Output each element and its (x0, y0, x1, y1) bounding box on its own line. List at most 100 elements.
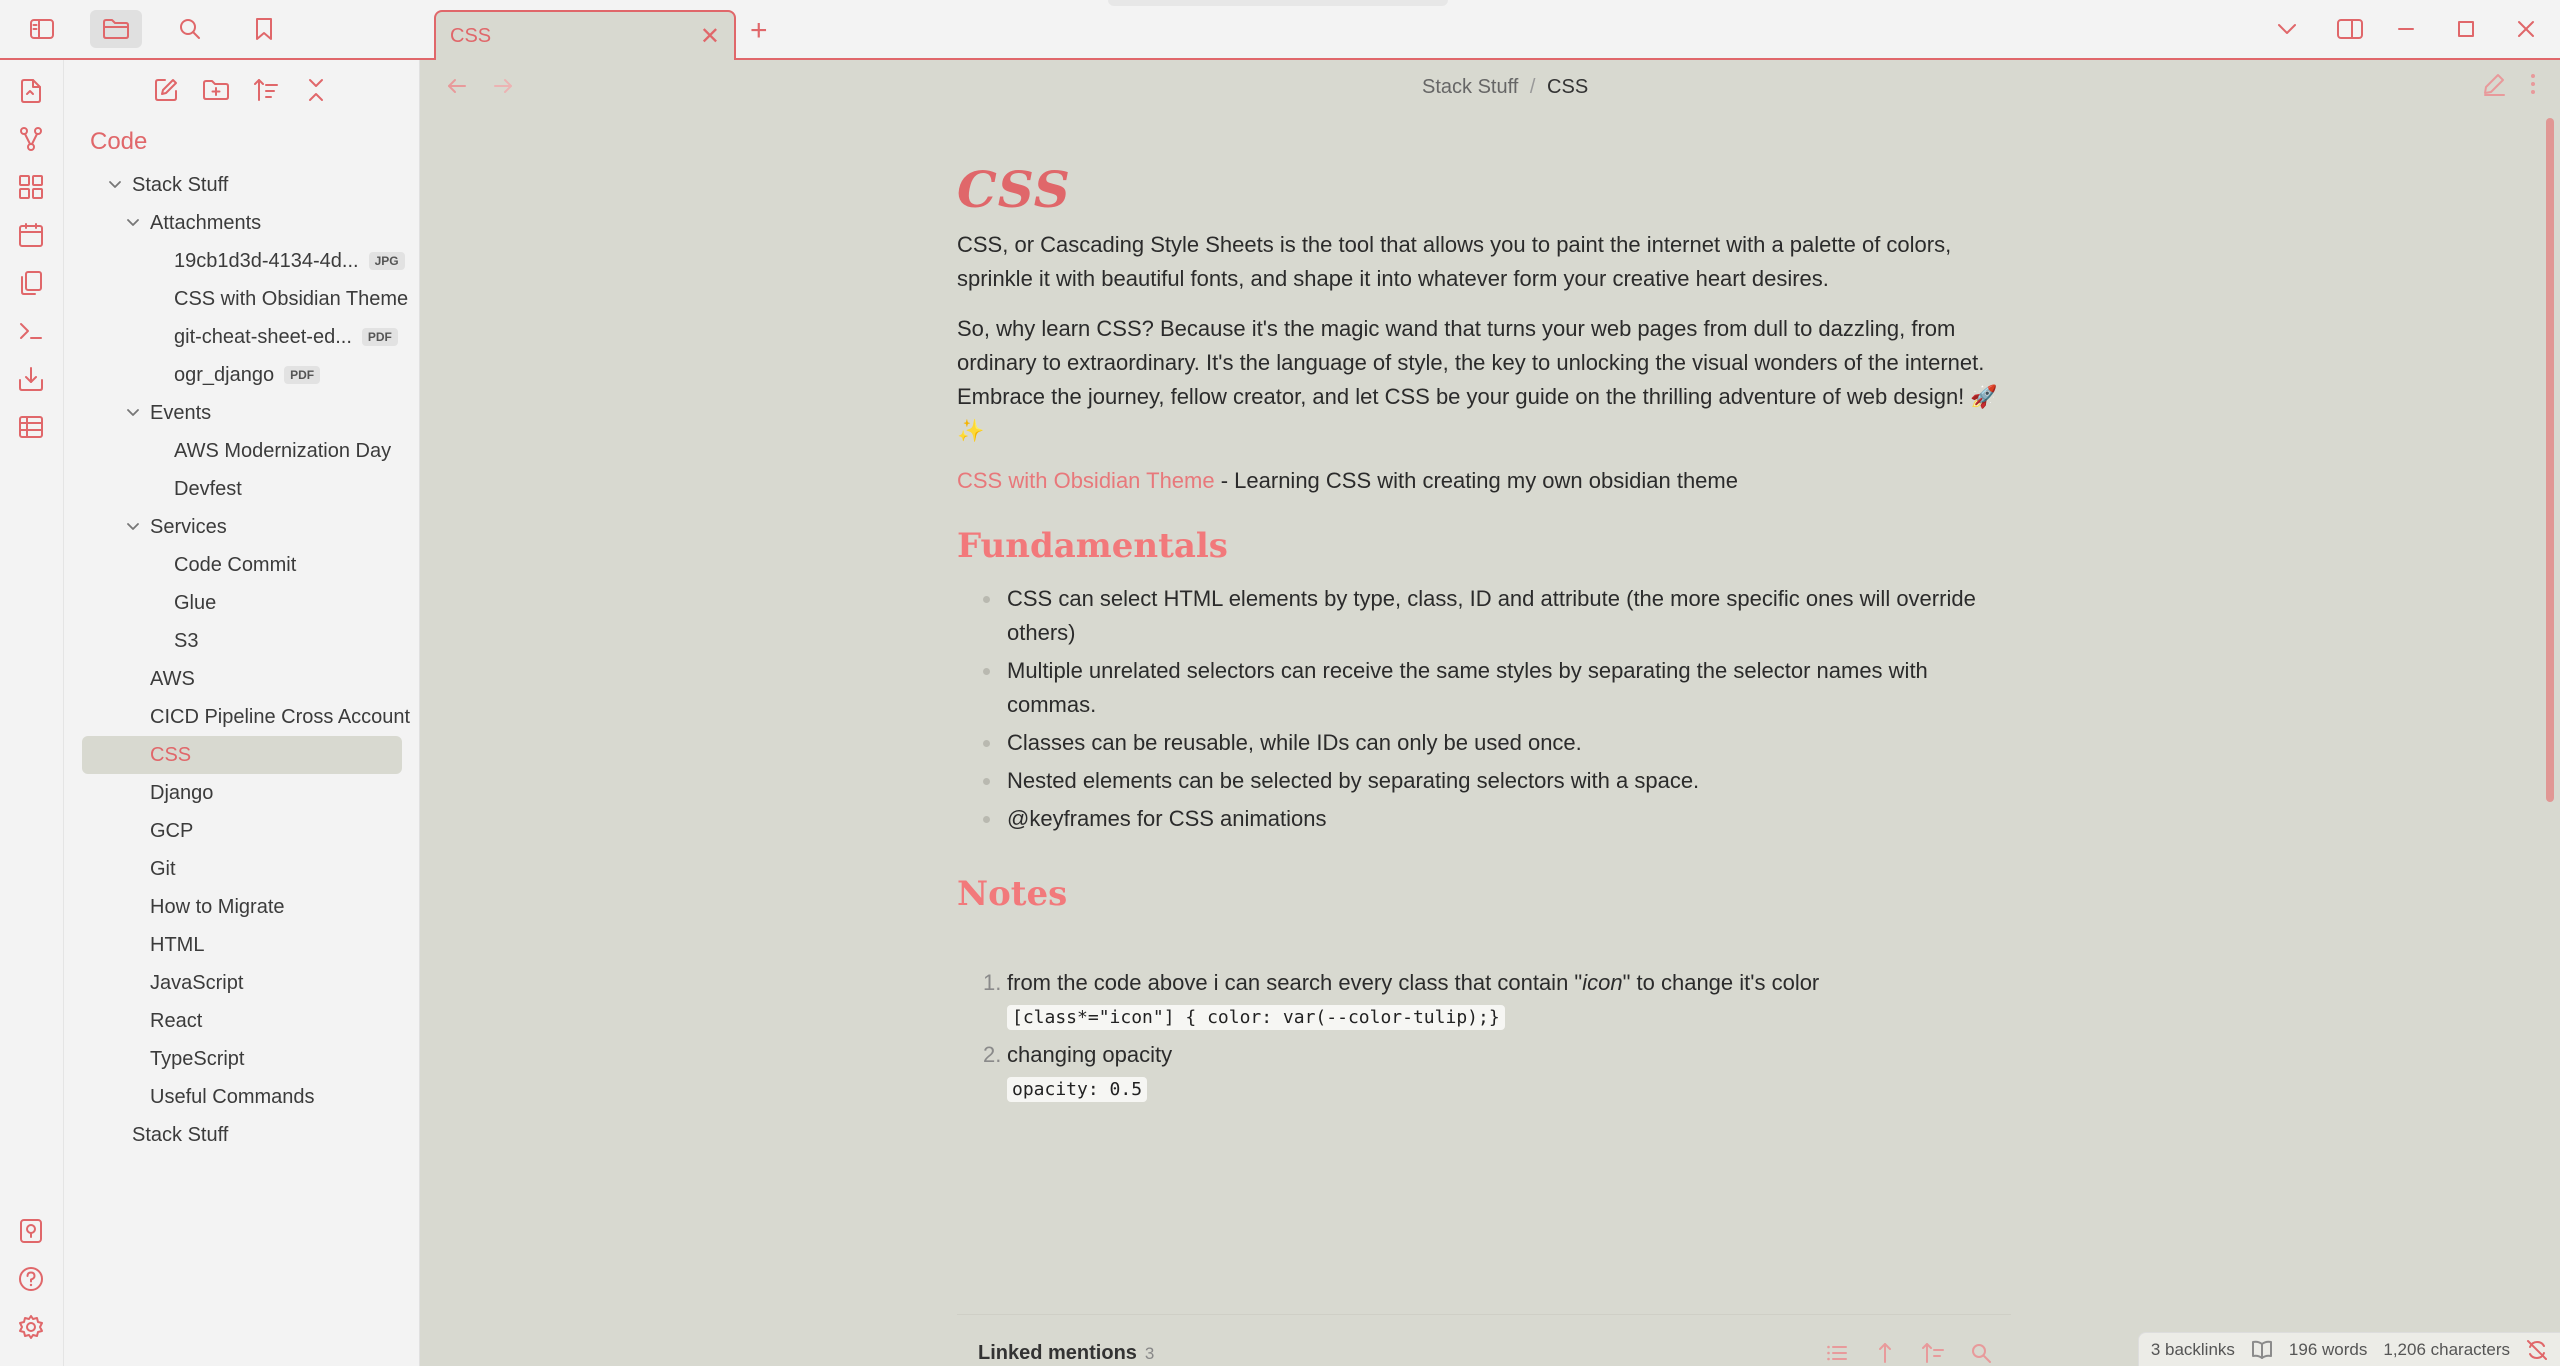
breadcrumb: Stack Stuff / CSS (1422, 76, 1588, 99)
collapse-all-icon[interactable] (302, 76, 330, 104)
search-icon[interactable] (1970, 1342, 1992, 1364)
folder-item[interactable]: Services (82, 508, 402, 546)
chevron-down-icon[interactable] (126, 520, 140, 534)
templates-copy-icon[interactable] (16, 268, 46, 298)
backlinks-count[interactable]: 3 backlinks (2151, 1340, 2235, 1360)
command-palette-terminal-icon[interactable] (16, 316, 46, 346)
file-item[interactable]: 19cb1d3d-4134-4d... JPG (82, 242, 405, 280)
close-tab-icon[interactable]: ✕ (700, 22, 720, 51)
settings-gear-icon[interactable] (16, 1312, 46, 1342)
list-item: Classes can be reusable, while IDs can o… (983, 726, 2011, 760)
import-download-icon[interactable] (16, 364, 46, 394)
file-item[interactable]: AWS Modernization Day (82, 432, 402, 470)
linked-mentions-header[interactable]: Linked mentions 3 (978, 1342, 1154, 1365)
file-item[interactable]: How to Migrate (82, 888, 402, 926)
more-options-icon[interactable] (2528, 72, 2538, 96)
tree-item-label: Stack Stuff (132, 1123, 229, 1146)
breadcrumb-separator: / (1529, 76, 1536, 98)
folder-item[interactable]: Events (82, 394, 402, 432)
sync-disabled-icon[interactable] (2526, 1339, 2548, 1361)
file-item[interactable]: CICD Pipeline Cross Account (82, 698, 410, 736)
toggle-right-sidebar-icon[interactable] (2336, 17, 2363, 41)
graph-view-icon[interactable] (16, 124, 46, 154)
file-item[interactable]: Devfest (82, 470, 402, 508)
expand-arrows-icon[interactable] (1874, 1342, 1896, 1364)
file-tree: Stack Stuff Attachments 19cb1d3d-4134-4d..… (82, 166, 410, 1154)
table-icon[interactable] (16, 412, 46, 442)
file-item[interactable]: TypeScript (82, 1040, 402, 1078)
file-item[interactable]: Stack Stuff (82, 1116, 402, 1154)
daily-note-calendar-icon[interactable] (16, 220, 46, 250)
tab-list-chevron-down-icon[interactable] (2276, 22, 2302, 36)
sort-order-icon[interactable] (252, 76, 280, 104)
file-item[interactable]: Django (82, 774, 402, 812)
new-tab-icon[interactable]: + (750, 14, 768, 48)
inline-code: [class*="icon"] { color: var(--color-tul… (1007, 1005, 1505, 1030)
new-folder-icon[interactable] (202, 76, 230, 104)
fundamentals-heading: Fundamentals (957, 526, 1228, 566)
list-icon[interactable] (1826, 1342, 1848, 1364)
vault-name[interactable]: Code (90, 128, 147, 156)
back-arrow-icon[interactable] (446, 76, 468, 96)
folder-item[interactable]: Stack Stuff (82, 166, 402, 204)
minimize-icon[interactable] (2396, 27, 2422, 31)
forward-arrow-icon[interactable] (492, 76, 514, 96)
file-item[interactable]: React (82, 1002, 402, 1040)
maximize-icon[interactable] (2456, 19, 2482, 39)
file-item[interactable]: AWS (82, 660, 402, 698)
file-type-badge: PDF (284, 366, 321, 384)
scrollbar[interactable] (2546, 118, 2554, 802)
canvas-icon[interactable] (16, 172, 46, 202)
character-count: 1,206 characters (2383, 1339, 2510, 1359)
link-paragraph: CSS with Obsidian Theme - Learning CSS w… (957, 464, 2011, 498)
tree-item-label: Code Commit (174, 553, 297, 576)
linked-mentions-label: Linked mentions (978, 1342, 1137, 1364)
status-bar: 3 backlinks 196 words 1,206 characters (2137, 1332, 2560, 1366)
open-vault-icon[interactable] (16, 1216, 46, 1246)
file-item[interactable]: CSS (82, 736, 402, 774)
file-item[interactable]: Useful Commands (82, 1078, 402, 1116)
list-item: 2. changing opacity opacity: 0.5 (983, 1038, 2011, 1106)
file-item[interactable]: JavaScript (82, 964, 402, 1002)
file-item[interactable]: Code Commit (82, 546, 402, 584)
chevron-down-icon[interactable] (108, 178, 122, 192)
breadcrumb-folder[interactable]: Stack Stuff (1422, 76, 1518, 98)
tab-css[interactable]: CSS ✕ (434, 10, 736, 60)
inline-code: opacity: 0.5 (1007, 1077, 1148, 1102)
toggle-sidebar-icon[interactable] (16, 10, 68, 48)
tree-item-label: Services (150, 515, 227, 538)
tree-item-label: S3 (174, 629, 199, 652)
sidebar-toolbar (0, 0, 420, 58)
file-item[interactable]: ogr_django PDF (82, 356, 402, 394)
help-icon[interactable] (16, 1264, 46, 1294)
tree-item-label: Devfest (174, 477, 242, 500)
file-item[interactable]: HTML (82, 926, 402, 964)
internal-link[interactable]: CSS with Obsidian Theme (957, 468, 1215, 493)
tree-item-label: HTML (150, 933, 205, 956)
list-item: 1. from the code above i can search ever… (983, 966, 2011, 1034)
file-explorer-icon[interactable] (90, 10, 142, 48)
chevron-down-icon[interactable] (126, 406, 140, 420)
sort-icon[interactable] (1922, 1342, 1944, 1364)
bookmarks-icon[interactable] (238, 10, 290, 48)
breadcrumb-current[interactable]: CSS (1547, 76, 1588, 98)
drag-handle[interactable] (1108, 0, 1448, 6)
fundamentals-list: CSS can select HTML elements by type, cl… (957, 582, 2011, 836)
tree-item-label: Glue (174, 591, 217, 614)
file-item[interactable]: Git (82, 850, 402, 888)
chevron-down-icon[interactable] (126, 216, 140, 230)
file-item[interactable]: S3 (82, 622, 402, 660)
close-window-icon[interactable] (2516, 19, 2542, 39)
new-note-icon[interactable] (152, 76, 180, 104)
file-item[interactable]: git-cheat-sheet-ed... PDF (82, 318, 402, 356)
file-item[interactable]: Glue (82, 584, 402, 622)
edit-pencil-icon[interactable] (2482, 72, 2506, 96)
folder-item[interactable]: Attachments (82, 204, 402, 242)
reading-view-book-icon[interactable] (2251, 1340, 2273, 1360)
open-quick-switcher-icon[interactable] (16, 76, 46, 106)
search-icon[interactable] (164, 10, 216, 48)
file-item[interactable]: GCP (82, 812, 402, 850)
list-item: Multiple unrelated selectors can receive… (983, 654, 2011, 722)
intro-paragraph: CSS, or Cascading Style Sheets is the to… (957, 232, 1952, 291)
file-item[interactable]: CSS with Obsidian Theme (82, 280, 408, 318)
